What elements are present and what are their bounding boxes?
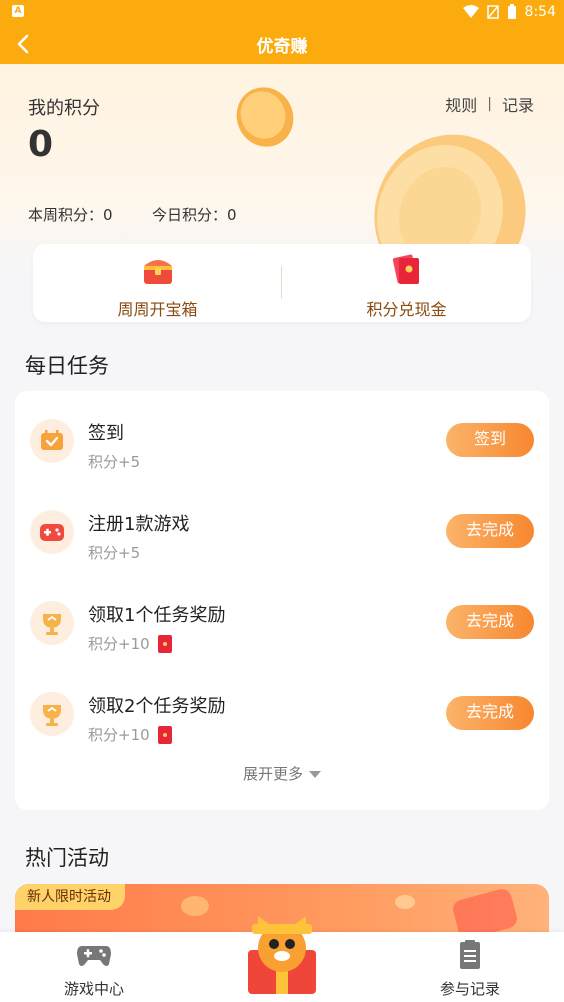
task-reward-text: 积分+10 bbox=[88, 726, 150, 744]
red-packet-icon bbox=[157, 634, 172, 653]
task-name: 注册1款游戏 bbox=[88, 514, 190, 535]
status-bar: A 8:54 bbox=[0, 0, 564, 24]
status-time: 8:54 bbox=[524, 4, 556, 20]
mascot-gift-icon[interactable] bbox=[238, 898, 326, 998]
status-icons: 8:54 bbox=[462, 2, 556, 22]
task-icon-wrap bbox=[30, 692, 74, 736]
rules-link[interactable]: 规则 bbox=[445, 92, 477, 116]
red-envelope-icon bbox=[392, 254, 419, 284]
task-name: 领取2个任务奖励 bbox=[88, 696, 226, 717]
task-name: 领取1个任务奖励 bbox=[88, 605, 226, 626]
task-item: 签到 积分+5 签到 bbox=[15, 409, 549, 479]
expand-more-label: 展开更多 bbox=[242, 765, 303, 783]
wifi-icon bbox=[462, 5, 479, 18]
task-item: 注册1款游戏 积分+5 去完成 bbox=[15, 500, 549, 570]
points-value: 0 bbox=[28, 124, 54, 165]
tab-participation-records-label: 参与记录 bbox=[439, 980, 500, 998]
gamepad-icon bbox=[77, 946, 111, 966]
task-icon-wrap bbox=[30, 419, 74, 463]
header-links: 规则 | 记录 bbox=[445, 92, 534, 116]
task-reward: 积分+10 bbox=[88, 633, 172, 654]
task-reward: 积分+10 bbox=[88, 724, 172, 745]
gamepad-icon bbox=[40, 524, 64, 541]
checkin-button[interactable]: 签到 bbox=[446, 423, 534, 457]
task-reward-text: 积分+10 bbox=[88, 635, 150, 653]
points-cash-button[interactable]: 积分兑现金 bbox=[282, 252, 531, 319]
task-name: 签到 bbox=[88, 423, 124, 444]
trophy-icon bbox=[43, 705, 61, 726]
go-complete-button[interactable]: 去完成 bbox=[446, 696, 534, 730]
coin-decoration-icon bbox=[236, 87, 294, 147]
calendar-check-icon bbox=[41, 430, 63, 450]
weekly-points: 本周积分：0 bbox=[28, 206, 113, 224]
weekly-treasure-label: 周周开宝箱 bbox=[117, 300, 198, 319]
daily-tasks-card: 签到 积分+5 签到 注册1款游戏 积分+5 去完成 领取1个任务奖励 积分+1… bbox=[15, 391, 549, 810]
task-reward-text: 积分+5 bbox=[88, 453, 141, 471]
go-complete-button[interactable]: 去完成 bbox=[446, 605, 534, 639]
task-item: 领取2个任务奖励 积分+10 去完成 bbox=[15, 682, 549, 752]
records-link[interactable]: 记录 bbox=[502, 92, 534, 116]
task-reward-text: 积分+5 bbox=[88, 544, 141, 562]
daily-points: 今日积分：0 bbox=[152, 206, 237, 224]
trophy-icon bbox=[43, 614, 61, 635]
task-reward: 积分+5 bbox=[88, 542, 140, 563]
page-title: 优奇赚 bbox=[256, 37, 308, 57]
red-packet-icon bbox=[157, 725, 172, 744]
task-icon-wrap bbox=[30, 510, 74, 554]
quick-actions-card: 周周开宝箱 积分兑现金 bbox=[33, 244, 531, 322]
task-item: 领取1个任务奖励 积分+10 去完成 bbox=[15, 591, 549, 661]
battery-icon bbox=[507, 4, 516, 19]
task-reward: 积分+5 bbox=[88, 451, 140, 472]
expand-more-button[interactable]: 展开更多 bbox=[15, 763, 549, 784]
hot-activities-title: 热门活动 bbox=[25, 846, 109, 870]
no-signal-icon bbox=[486, 5, 499, 19]
navbar: 优奇赚 bbox=[0, 24, 564, 64]
task-icon-wrap bbox=[30, 601, 74, 645]
tab-participation-records[interactable]: 参与记录 bbox=[410, 940, 530, 999]
caret-down-icon bbox=[309, 771, 321, 778]
tab-game-center-label: 游戏中心 bbox=[63, 980, 124, 998]
points-label: 我的积分 bbox=[28, 98, 100, 119]
treasure-chest-icon bbox=[143, 260, 172, 284]
links-separator: | bbox=[487, 96, 492, 112]
tab-game-center[interactable]: 游戏中心 bbox=[34, 940, 154, 999]
clipboard-icon bbox=[460, 940, 480, 969]
daily-tasks-title: 每日任务 bbox=[25, 354, 109, 378]
points-cash-label: 积分兑现金 bbox=[366, 300, 447, 319]
app-notification-icon: A bbox=[12, 5, 24, 17]
go-complete-button[interactable]: 去完成 bbox=[446, 514, 534, 548]
weekly-treasure-button[interactable]: 周周开宝箱 bbox=[33, 252, 282, 319]
